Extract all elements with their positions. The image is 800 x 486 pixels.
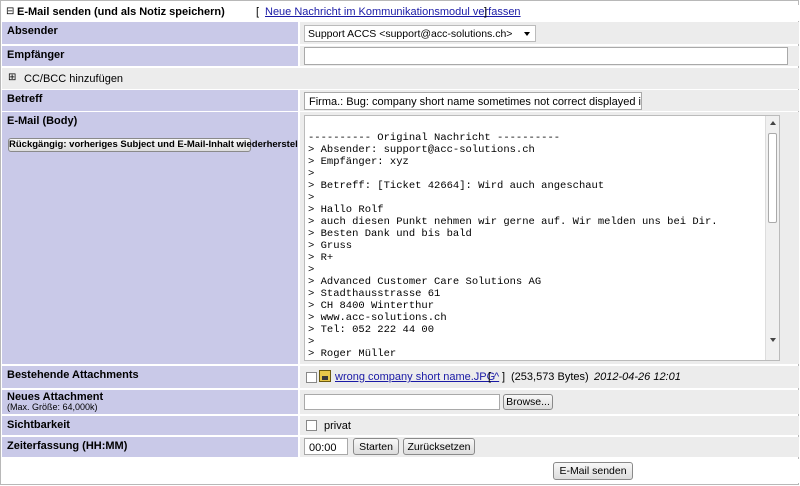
scroll-down-icon[interactable] (770, 338, 776, 342)
time-label: Zeiterfassung (HH:MM) (2, 437, 298, 457)
body-line: > (308, 168, 315, 180)
body-line: > auch diesen Punkt nehmen wir gerne auf… (308, 216, 718, 228)
image-file-icon (319, 370, 331, 382)
body-line: > R+ (308, 252, 334, 264)
body-line (308, 120, 764, 132)
body-line: > Betreff: [Ticket 42664]: Wird auch ang… (308, 180, 605, 192)
attachment-preview-link[interactable]: ^ (494, 371, 499, 383)
scroll-thumb[interactable] (768, 133, 777, 223)
new-message-link[interactable]: Neue Nachricht im Kommunikationsmodul ve… (265, 6, 521, 18)
attachment-bracket-close: ] (502, 371, 506, 383)
ccbcc-row: ⊞ CC/BCC hinzufügen (2, 68, 799, 89)
recipient-row: Empfänger (2, 46, 799, 66)
body-line: > (308, 192, 315, 204)
bracket-close: ] (484, 6, 488, 18)
subject-row: Betreff Firma.: Bug: company short name … (2, 90, 799, 111)
body-line: > www.acc-solutions.ch (308, 312, 447, 324)
body-line: > Advanced Customer Care Solutions AG (308, 276, 542, 288)
undo-button[interactable]: Rückgängig: vorheriges Subject und E-Mai… (8, 138, 311, 152)
sender-select[interactable]: Support ACCS <support@acc-solutions.ch> (304, 25, 536, 42)
attachment-bracket-open: [ (488, 371, 492, 383)
body-line: > Besten Dank und bis bald (308, 228, 472, 240)
email-panel: ⊟ E-Mail senden (und als Notiz speichern… (0, 0, 799, 485)
attachment-checkbox[interactable] (306, 372, 317, 383)
body-row: E-Mail (Body) Rückgängig: vorheriges Sub… (2, 112, 799, 364)
browse-button[interactable]: Browse... (503, 394, 553, 410)
body-line: > Empfänger: xyz (308, 156, 409, 168)
time-row: Zeiterfassung (HH:MM) 00:00 Starten Zurü… (2, 437, 799, 457)
sender-label: Absender (2, 22, 298, 44)
attachment-link[interactable]: wrong company short name.JPG (335, 371, 495, 383)
body-line: > Hallo Rolf (308, 204, 384, 216)
recipient-input[interactable] (304, 47, 788, 65)
body-text: ---------- Original Nachricht ----------… (308, 120, 764, 360)
visibility-label: Sichtbarkeit (2, 416, 298, 435)
collapse-icon[interactable]: ⊟ (6, 6, 14, 17)
subject-label: Betreff (2, 90, 298, 111)
attachment-date: 2012-04-26 12:01 (594, 371, 681, 383)
body-line: > Absender: support@acc-solutions.ch (308, 144, 535, 156)
body-line: > CH 8400 Winterthur (308, 300, 435, 312)
body-label: E-Mail (Body) (7, 115, 78, 127)
visibility-row: Sichtbarkeit privat (2, 416, 799, 435)
ccbcc-toggle[interactable]: CC/BCC hinzufügen (24, 73, 123, 85)
body-line: ---------- Original Nachricht ---------- (308, 132, 561, 144)
body-line: > (308, 264, 315, 276)
expand-icon[interactable]: ⊞ (8, 72, 16, 83)
body-line: > (308, 336, 315, 348)
attachment-size: (253,573 Bytes) (511, 371, 589, 383)
attachments-row: Bestehende Attachments wrong company sho… (2, 366, 799, 388)
body-line: > Tel: 052 222 44 00 (308, 324, 435, 336)
bracket-open: [ (256, 6, 260, 18)
start-button[interactable]: Starten (353, 438, 399, 455)
private-checkbox[interactable] (306, 420, 317, 431)
subject-input[interactable]: Firma.: Bug: company short name sometime… (304, 92, 642, 110)
body-line: > Gruss (308, 240, 353, 252)
chevron-down-icon (524, 32, 530, 36)
sender-select-value: Support ACCS <support@acc-solutions.ch> (308, 28, 513, 40)
send-email-button[interactable]: E-Mail senden (553, 462, 633, 480)
new-attachment-hint: (Max. Größe: 64,000k) (7, 402, 98, 412)
time-input[interactable]: 00:00 (304, 438, 348, 455)
body-line: > Stadthausstrasse 61 (308, 288, 441, 300)
private-label: privat (324, 420, 351, 432)
panel-title: E-Mail senden (und als Notiz speichern) (17, 6, 225, 18)
file-path-input[interactable] (304, 394, 500, 410)
panel-header: ⊟ E-Mail senden (und als Notiz speichern… (2, 5, 799, 21)
sender-row: Absender Support ACCS <support@acc-solut… (2, 22, 799, 44)
body-textarea[interactable]: ---------- Original Nachricht ----------… (304, 115, 780, 361)
body-line: > Roger Müller (308, 348, 397, 360)
attachments-label: Bestehende Attachments (2, 366, 298, 388)
new-attachment-row: Neues Attachment (Max. Größe: 64,000k) B… (2, 390, 799, 414)
send-row: E-Mail senden (2, 459, 799, 483)
reset-button[interactable]: Zurücksetzen (403, 438, 475, 455)
recipient-label: Empfänger (2, 46, 298, 66)
scroll-up-icon[interactable] (770, 121, 776, 125)
scrollbar[interactable] (765, 116, 779, 360)
